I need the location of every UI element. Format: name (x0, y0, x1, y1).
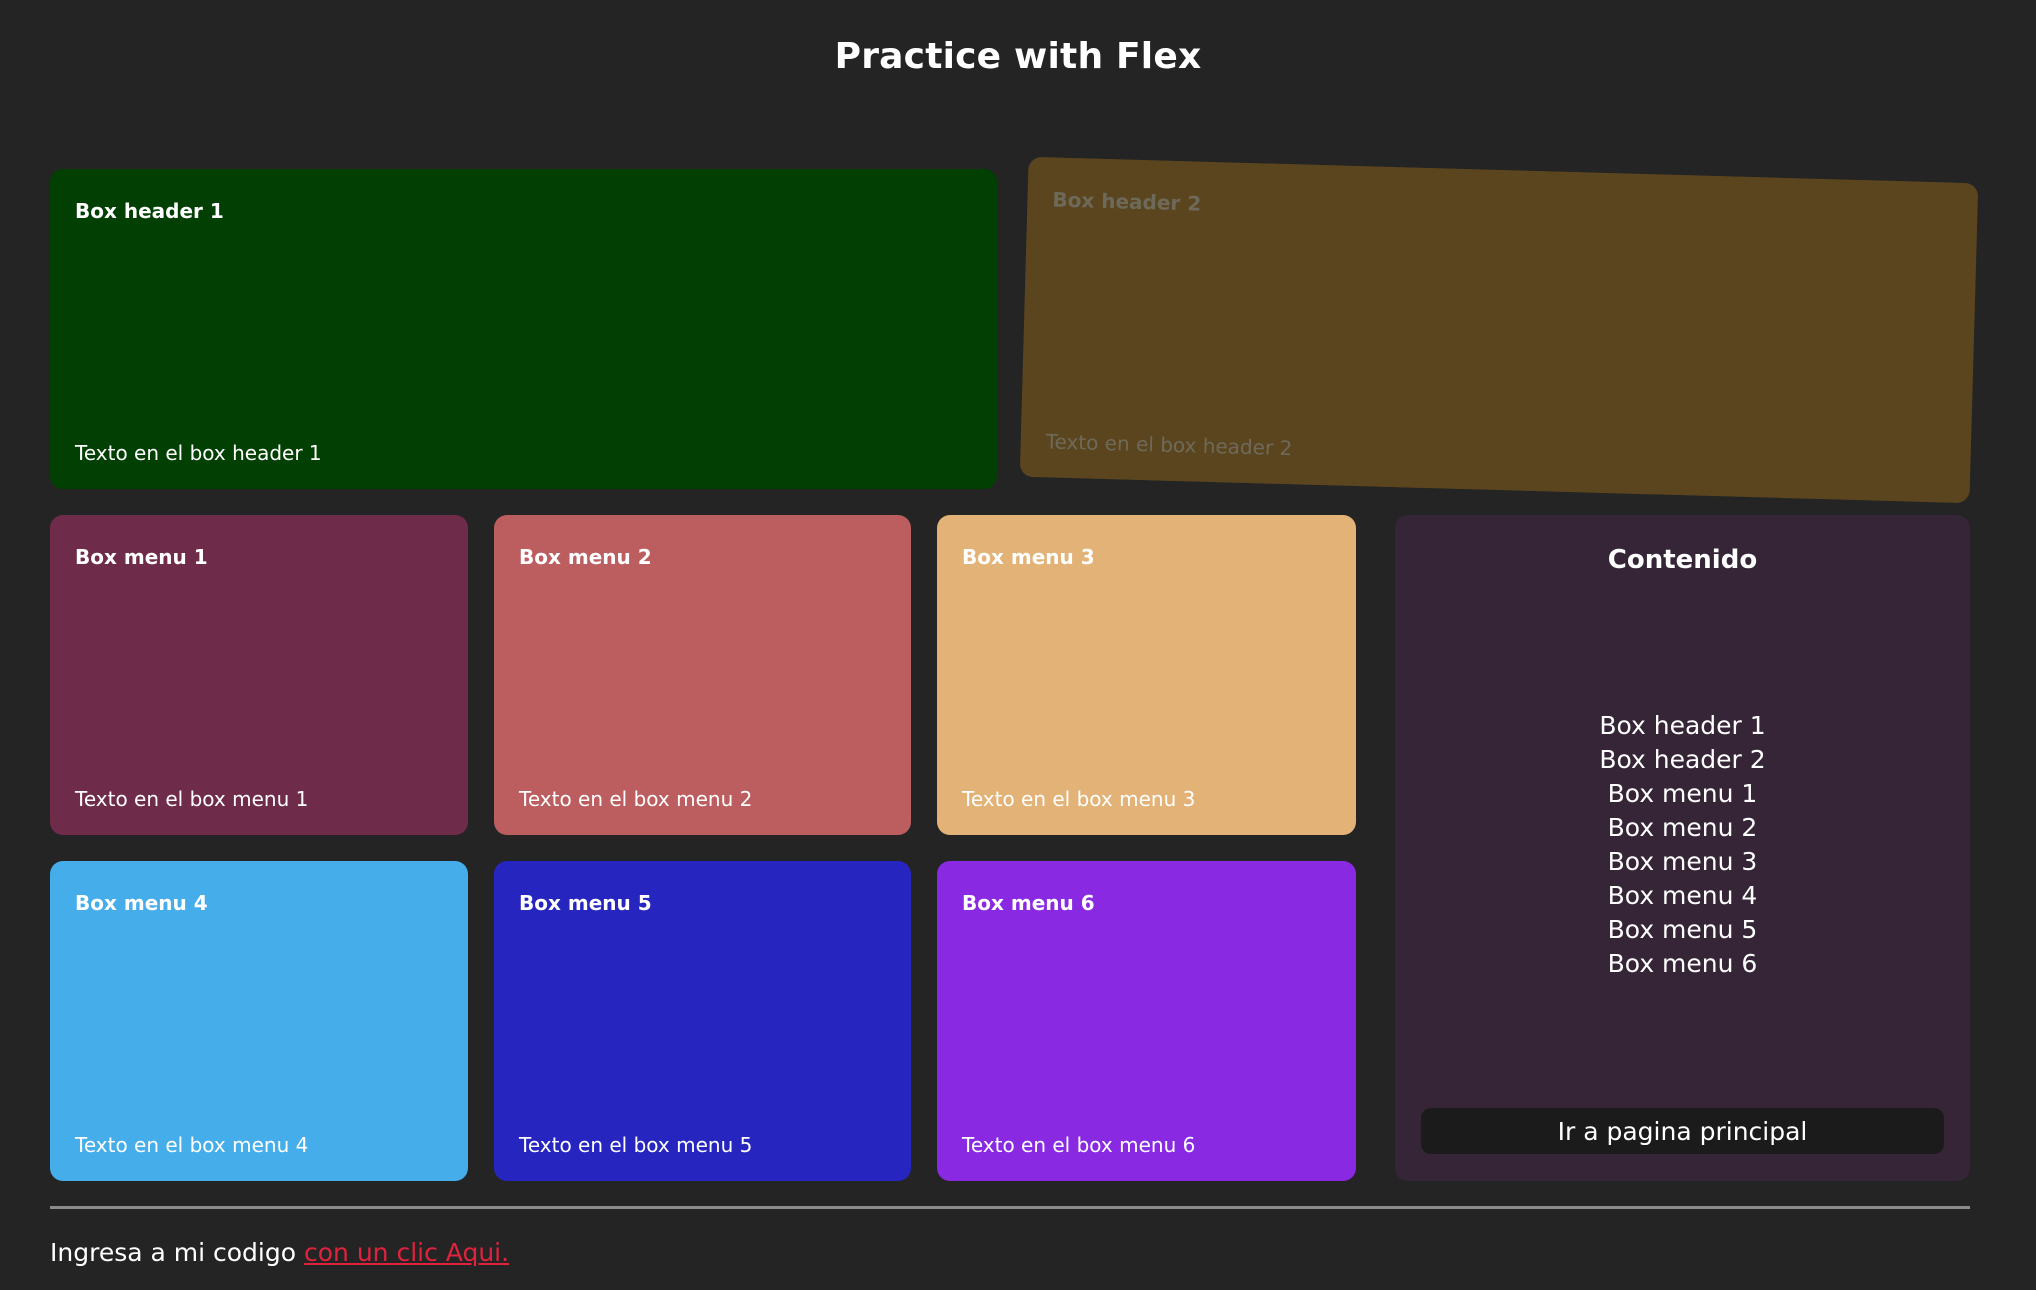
box-menu-6: Box menu 6 Texto en el box menu 6 (937, 861, 1356, 1181)
box-title: Box menu 2 (519, 545, 652, 569)
box-title: Box menu 3 (962, 545, 1095, 569)
box-title: Box header 1 (75, 199, 224, 223)
footer-divider (50, 1206, 1970, 1209)
box-title: Box menu 5 (519, 891, 652, 915)
box-text: Texto en el box header 1 (75, 441, 322, 465)
contenido-item: Box menu 3 (1607, 847, 1758, 876)
footer-line: Ingresa a mi codigo con un clic Aqui. (50, 1238, 509, 1267)
home-page-button[interactable]: Ir a pagina principal (1421, 1108, 1944, 1154)
box-menu-2: Box menu 2 Texto en el box menu 2 (494, 515, 911, 835)
box-text: Texto en el box menu 6 (962, 1133, 1196, 1157)
code-link[interactable]: con un clic Aqui. (304, 1238, 509, 1267)
contenido-item: Box menu 4 (1607, 881, 1758, 910)
box-header-2: Box header 2 Texto en el box header 2 (1019, 156, 1979, 504)
box-text: Texto en el box menu 1 (75, 787, 309, 811)
box-title: Box menu 4 (75, 891, 208, 915)
box-title: Box header 2 (1052, 187, 1202, 216)
box-title: Box menu 1 (75, 545, 208, 569)
contenido-item: Box header 1 (1599, 711, 1766, 740)
box-menu-3: Box menu 3 Texto en el box menu 3 (937, 515, 1356, 835)
box-text: Texto en el box menu 5 (519, 1133, 753, 1157)
footer-prefix: Ingresa a mi codigo (50, 1238, 297, 1267)
box-menu-5: Box menu 5 Texto en el box menu 5 (494, 861, 911, 1181)
box-menu-4: Box menu 4 Texto en el box menu 4 (50, 861, 468, 1181)
contenido-item: Box header 2 (1599, 745, 1766, 774)
box-menu-1: Box menu 1 Texto en el box menu 1 (50, 515, 468, 835)
contenido-list: Box header 1 Box header 2 Box menu 1 Box… (1395, 709, 1970, 981)
contenido-item: Box menu 1 (1607, 779, 1758, 808)
box-title: Box menu 6 (962, 891, 1095, 915)
box-text: Texto en el box menu 4 (75, 1133, 309, 1157)
box-text: Texto en el box menu 2 (519, 787, 753, 811)
contenido-item: Box menu 5 (1607, 915, 1758, 944)
box-text: Texto en el box header 2 (1045, 429, 1293, 461)
contenido-item: Box menu 2 (1607, 813, 1758, 842)
box-header-1: Box header 1 Texto en el box header 1 (50, 169, 997, 489)
page-title: Practice with Flex (834, 36, 1202, 77)
box-text: Texto en el box menu 3 (962, 787, 1196, 811)
contenido-title: Contenido (1607, 545, 1758, 575)
contenido-panel: Contenido Box header 1 Box header 2 Box … (1395, 515, 1970, 1181)
contenido-item: Box menu 6 (1607, 949, 1758, 978)
